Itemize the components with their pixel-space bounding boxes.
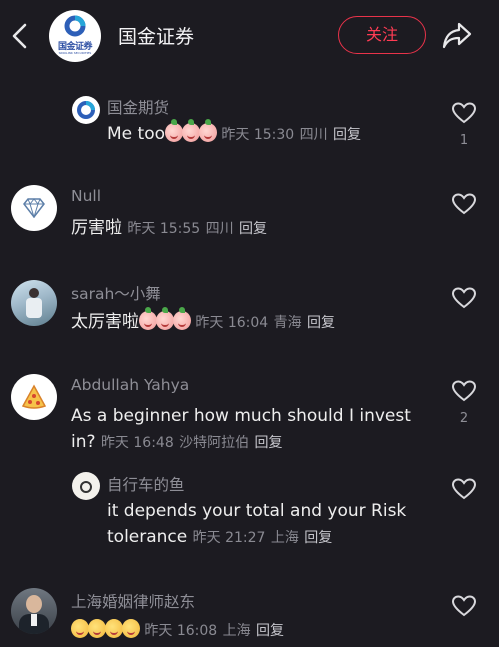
reply-button[interactable]: 回复 [304,530,332,546]
avatar[interactable] [11,280,57,326]
reply-button[interactable]: 回复 [255,435,283,451]
comment-location: 上海 [222,623,251,639]
comment-author[interactable]: Null [71,187,101,205]
heart-icon[interactable] [451,477,477,501]
comment-body: 厉害啦 [71,218,122,238]
avatar-figure-head [29,288,39,298]
reply-button[interactable]: 回复 [256,623,284,639]
comment-time: 昨天 16:04 [195,315,269,331]
reply-button[interactable]: 回复 [307,315,335,331]
header-bar: 国金证券 SINOLINK SECURITIES 国金证券 关注 [0,0,499,72]
logo-ring-icon [64,15,86,37]
laughing-face-icon [122,619,140,638]
comment-text: in? 昨天 16:48 沙特阿拉伯 回复 [71,430,283,456]
avatar[interactable] [11,185,57,231]
like-count: 2 [459,411,469,426]
comment-location: 四川 [205,221,234,237]
comment-time: 昨天 16:08 [144,623,218,639]
pig-face-icon [182,119,200,142]
like-count: 1 [459,133,469,148]
comment-time: 昨天 16:48 [100,435,174,451]
comment-location: 上海 [270,530,299,546]
comment-location: 青海 [273,315,302,331]
comment-text: 厉害啦 昨天 15:55 四川 回复 [71,216,267,242]
follow-button[interactable]: 关注 [338,16,426,54]
pig-face-icon [139,307,157,330]
reply-button[interactable]: 回复 [239,221,267,237]
reply-avatar[interactable] [72,472,100,500]
pig-face-icon [156,307,174,330]
pig-face-icon [199,119,217,142]
heart-icon[interactable] [451,379,477,403]
logo-ring-icon [77,101,95,119]
comment-text-line: As a beginner how much should I invest [71,406,411,426]
laughing-face-icon [71,619,89,638]
comment-text: 太厉害啦 昨天 16:04 青海 回复 [71,307,335,336]
comment-author[interactable]: sarah～小舞 [71,282,161,304]
heart-icon[interactable] [451,594,477,618]
comment-text: Me too 昨天 15:30 四川 回复 [107,119,361,148]
comment-author[interactable]: Abdullah Yahya [71,376,189,394]
comment-author[interactable]: 自行车的鱼 [107,473,185,495]
pig-face-icon [165,119,183,142]
avatar-figure-body [26,298,42,318]
chevron-left-icon[interactable] [10,22,30,50]
heart-icon[interactable] [451,286,477,310]
pig-face-icon [173,307,191,330]
comment-body: 太厉害啦 [71,312,139,332]
page-title[interactable]: 国金证券 [118,22,194,49]
heart-icon[interactable] [451,101,477,125]
comment-author[interactable]: 上海婚姻律师赵东 [71,590,195,612]
avatar[interactable] [11,588,57,634]
avatar-shirt [31,614,37,626]
pizza-icon [21,384,47,409]
share-arrow-icon[interactable] [441,20,473,50]
laughing-face-icon [88,619,106,638]
comment-time: 昨天 21:27 [192,530,266,546]
avatar[interactable] [11,374,57,420]
comment-text: tolerance 昨天 21:27 上海 回复 [107,525,332,551]
diamond-icon [23,198,45,218]
comment-text-line: it depends your total and your Risk [107,501,407,521]
logo-subtext: SINOLINK SECURITIES [58,51,92,55]
comment-body: tolerance [107,527,188,547]
comment-author[interactable]: 国金期货 [107,96,169,118]
comment-text: 昨天 16:08 上海 回复 [71,618,284,644]
avatar-face [26,595,42,613]
heart-icon[interactable] [451,192,477,216]
laughing-face-icon [105,619,123,638]
reply-avatar[interactable] [72,96,100,124]
comment-location: 沙特阿拉伯 [179,435,250,451]
comment-body: in? [71,432,96,452]
comment-body: Me too [107,124,165,144]
reply-button[interactable]: 回复 [333,127,361,143]
comment-location: 四川 [299,127,328,143]
comment-time: 昨天 15:55 [127,221,201,237]
account-avatar[interactable]: 国金证券 SINOLINK SECURITIES [49,10,101,62]
avatar-sketch [80,481,92,493]
comment-time: 昨天 15:30 [221,127,295,143]
